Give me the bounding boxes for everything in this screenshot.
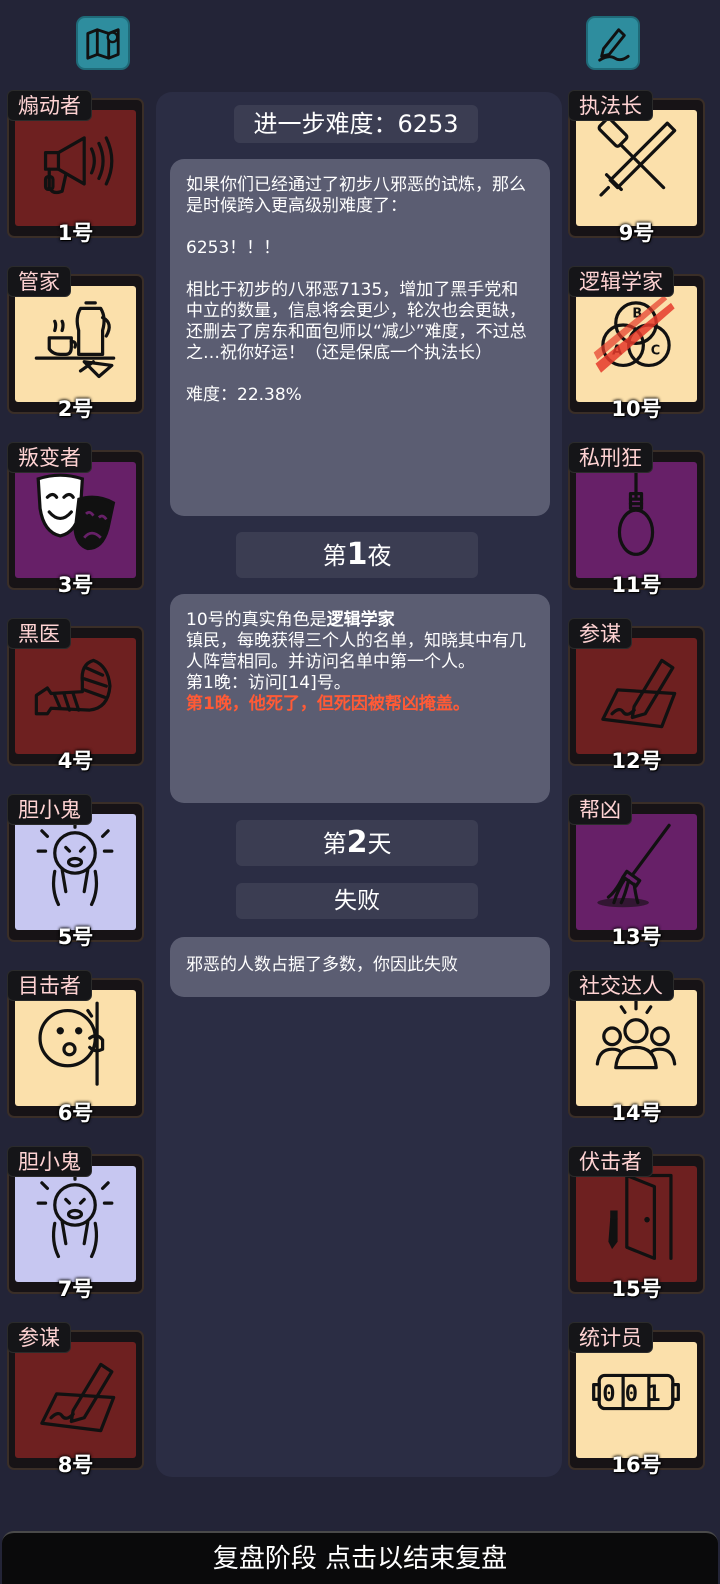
venn-letter: C — [651, 343, 660, 358]
intro-line: 相比于初步的八邪恶7135，增加了黑手党和中立的数量，信息将会更少，轮次也会更缺… — [186, 280, 527, 363]
role-label: 叛变者 — [7, 442, 92, 473]
intro-message: 如果你们已经通过了初步八邪恶的试炼，那么是时候跨入更高级别难度了： 6253！！… — [170, 159, 550, 516]
megaphone-icon — [43, 136, 114, 195]
role-label: 参谋 — [7, 1322, 71, 1353]
door-knife-icon — [608, 1173, 673, 1260]
night-1-header: 第1夜 — [236, 532, 478, 578]
player-card-12[interactable]: 参谋 12号 — [568, 618, 705, 773]
player-card-3[interactable]: 叛变者 3号 — [7, 442, 144, 597]
role-label: 私刑狂 — [568, 442, 653, 473]
day-2-header: 第2天 — [236, 820, 478, 866]
player-card-8[interactable]: 参谋 8号 — [7, 1322, 144, 1477]
night-number: 1 — [346, 537, 368, 572]
notes-button[interactable] — [586, 16, 640, 70]
result-label: 失败 — [236, 883, 478, 919]
intro-line: 难度：22.38% — [186, 385, 302, 405]
log-role-name: 逻辑学家 — [326, 610, 395, 630]
player-card-11[interactable]: 私刑狂 11号 — [568, 442, 705, 597]
player-number: 7号 — [57, 1277, 94, 1301]
player-number: 5号 — [57, 925, 94, 949]
hammer-sword-icon — [597, 116, 677, 197]
player-number: 8号 — [57, 1453, 94, 1477]
peeking-face-icon — [38, 1001, 105, 1086]
difficulty-header: 进一步难度：6253 — [234, 105, 478, 143]
pen-writing-icon — [40, 1362, 116, 1433]
role-label: 统计员 — [568, 1322, 653, 1353]
mop-icon — [597, 823, 671, 908]
intro-line: 如果你们已经通过了初步八邪恶的试炼，那么是时候跨入更高级别难度了： — [186, 175, 526, 216]
role-label: 伏击者 — [568, 1146, 653, 1177]
player-card-7[interactable]: 胆小鬼 7号 — [7, 1146, 144, 1301]
role-label: 帮凶 — [568, 794, 632, 825]
result-text: 邪恶的人数占据了多数，你因此失败 — [186, 955, 458, 975]
counter-value: 001 — [602, 1382, 669, 1407]
pen-note-icon — [598, 28, 630, 62]
pen-writing-icon — [601, 658, 677, 729]
log-alert: 第1晚，他死了，但死因被帮凶掩盖。 — [186, 694, 470, 714]
role-label: 逻辑学家 — [568, 266, 674, 297]
venn-diagram-icon: BAC — [593, 295, 675, 373]
player-card-2[interactable]: 管家 2号 — [7, 266, 144, 421]
log-text: 镇民，每晚获得三个人的名单，知晓其中有几人阵营相同。并访问名单中第一个人。 — [186, 631, 526, 672]
map-button[interactable] — [76, 16, 130, 70]
log-text: 第1晚：访问[14]号。 — [186, 673, 351, 693]
counter-icon: 001 — [592, 1373, 680, 1411]
end-review-button[interactable]: 复盘阶段 点击以结束复盘 — [2, 1531, 718, 1584]
noose-icon — [617, 466, 655, 556]
player-card-4[interactable]: 黑医 4号 — [7, 618, 144, 773]
player-card-13[interactable]: 帮凶 13号 — [568, 794, 705, 949]
player-number: 14号 — [611, 1101, 662, 1125]
player-card-16[interactable]: 001 统计员 16号 — [568, 1322, 705, 1477]
day-suffix: 天 — [367, 830, 392, 858]
player-number: 13号 — [611, 925, 662, 949]
night-1-log: 10号的真实角色是逻辑学家 镇民，每晚获得三个人的名单，知晓其中有几人阵营相同。… — [170, 594, 550, 803]
player-number: 3号 — [57, 573, 94, 597]
role-label: 执法长 — [568, 90, 653, 121]
log-text: 10号的真实角色是 — [186, 610, 327, 630]
player-card-1[interactable]: 煽动者 1号 — [7, 90, 144, 245]
player-number: 1号 — [57, 221, 94, 245]
day-prefix: 第 — [322, 830, 347, 858]
day-number: 2 — [346, 825, 368, 860]
role-label: 胆小鬼 — [7, 794, 92, 825]
bandaged-arm-icon — [34, 658, 112, 716]
night-prefix: 第 — [322, 542, 347, 570]
player-number: 4号 — [57, 749, 94, 773]
group-people-icon — [595, 999, 677, 1070]
player-number: 10号 — [611, 397, 662, 421]
role-label: 胆小鬼 — [7, 1146, 92, 1177]
scared-face-icon — [36, 820, 114, 907]
butler-tray-icon — [34, 301, 116, 379]
result-message: 邪恶的人数占据了多数，你因此失败 — [170, 937, 550, 997]
role-label: 管家 — [7, 266, 71, 297]
player-card-6[interactable]: 目击者 6号 — [7, 970, 144, 1125]
player-card-10[interactable]: BAC 逻辑学家 10号 — [568, 266, 705, 421]
player-number: 9号 — [618, 221, 655, 245]
player-card-15[interactable]: 伏击者 15号 — [568, 1146, 705, 1301]
player-number: 15号 — [611, 1277, 662, 1301]
player-number: 12号 — [611, 749, 662, 773]
role-label: 目击者 — [7, 970, 92, 1001]
role-label: 黑医 — [7, 618, 71, 649]
night-suffix: 夜 — [367, 542, 392, 570]
intro-line: 6253！！！ — [186, 238, 281, 258]
theater-masks-icon — [36, 473, 116, 551]
player-card-9[interactable]: 执法长 9号 — [568, 90, 705, 245]
role-label: 社交达人 — [568, 970, 674, 1001]
role-label: 参谋 — [568, 618, 632, 649]
player-number: 11号 — [611, 573, 662, 597]
player-card-14[interactable]: 社交达人 14号 — [568, 970, 705, 1125]
player-card-5[interactable]: 胆小鬼 5号 — [7, 794, 144, 949]
role-label: 煽动者 — [7, 90, 92, 121]
scared-face-icon — [36, 1172, 114, 1259]
player-number: 16号 — [611, 1453, 662, 1477]
player-number: 6号 — [57, 1101, 94, 1125]
map-icon — [86, 28, 120, 60]
player-number: 2号 — [57, 397, 94, 421]
